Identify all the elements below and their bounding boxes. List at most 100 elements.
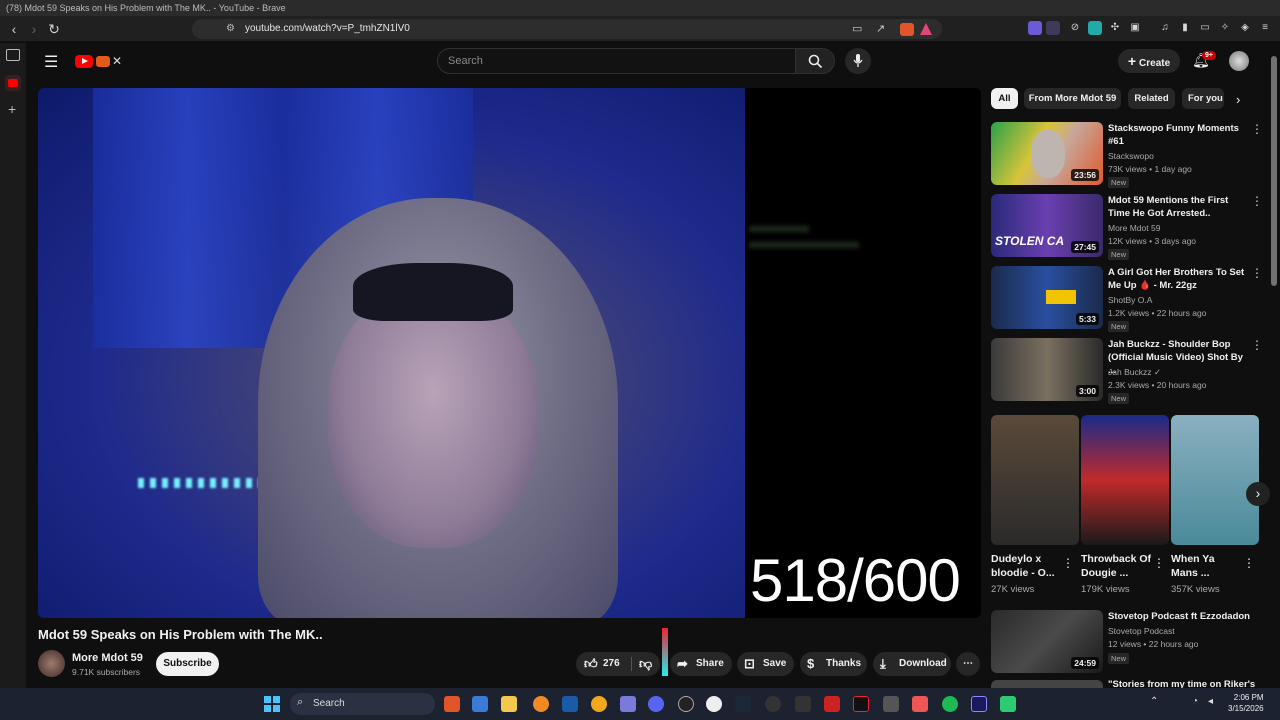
app-taskbar-icon[interactable] — [883, 696, 899, 712]
video-thumbnail[interactable]: 5:33 — [991, 266, 1103, 329]
chips-next-icon[interactable]: › — [1236, 92, 1240, 107]
share-page-icon[interactable]: ↗ — [876, 22, 885, 35]
short-thumbnail[interactable] — [991, 415, 1079, 545]
video-title[interactable]: Stovetop Podcast ft Ezzodadon — [1108, 610, 1253, 623]
short-thumbnail[interactable] — [1081, 415, 1169, 545]
video-thumbnail[interactable]: 24:59 — [991, 610, 1103, 673]
sidebar-panel-icon[interactable] — [6, 49, 20, 61]
more-vertical-icon[interactable]: ⋮ — [1062, 556, 1074, 570]
after-effects-icon[interactable] — [971, 696, 987, 712]
tiktok-icon[interactable] — [853, 696, 869, 712]
like-button[interactable]: 👍︎ 276 — [576, 652, 630, 676]
channel-name[interactable]: More Mdot 59 — [1108, 223, 1160, 233]
scrollbar[interactable] — [1271, 56, 1277, 286]
create-button[interactable]: + Create — [1118, 49, 1180, 73]
volume-icon[interactable]: ◂ — [1208, 696, 1213, 707]
address-bar[interactable]: ⚙ youtube.com/watch?v=P_tmhZN1lV0 ▭ ↗ — [192, 19, 942, 39]
chip-all[interactable]: All — [991, 88, 1018, 109]
app-taskbar-icon[interactable] — [472, 696, 488, 712]
app-taskbar-icon[interactable] — [765, 696, 781, 712]
sidebar-toggle-icon[interactable]: ▮ — [1178, 21, 1192, 35]
channel-name[interactable]: Jah Buckzz ✓ — [1108, 367, 1161, 378]
discord-icon[interactable] — [648, 696, 664, 712]
tray-expand-icon[interactable]: ⌃ — [1150, 696, 1158, 707]
search-input[interactable]: Search — [437, 48, 796, 74]
download-button[interactable]: ⤓ Download — [873, 652, 951, 676]
app-taskbar-icon[interactable] — [562, 696, 578, 712]
short-title[interactable]: Throwback Of Dougie ... — [1081, 552, 1151, 580]
recommendation-item[interactable]: STOLEN CA 27:45 Mdot 59 Mentions the Fir… — [991, 194, 1271, 260]
video-thumbnail[interactable]: 3:00 — [991, 338, 1103, 401]
app-taskbar-icon[interactable] — [795, 696, 811, 712]
more-vertical-icon[interactable]: ⋮ — [1153, 556, 1165, 570]
app-taskbar-icon[interactable] — [912, 696, 928, 712]
recommendation-item[interactable]: 23:56 Stackswopo Funny Moments #61 Stacks… — [991, 122, 1271, 188]
brave-rewards-icon[interactable] — [920, 23, 932, 35]
video-thumbnail[interactable] — [991, 680, 1103, 688]
recommendation-item[interactable]: 24:59 Stovetop Podcast ft Ezzodadon Stov… — [991, 610, 1271, 676]
recommendation-item[interactable]: 5:33 A Girl Got Her Brothers To Set Me Up… — [991, 266, 1271, 332]
channel-name[interactable]: ShotBy O.A — [1108, 295, 1152, 305]
app-taskbar-icon[interactable] — [706, 696, 722, 712]
ai-icon[interactable]: ✧ — [1218, 21, 1232, 35]
extension-icon[interactable] — [1028, 21, 1042, 35]
file-explorer-icon[interactable] — [501, 696, 517, 712]
brave-taskbar-icon[interactable] — [444, 696, 460, 712]
dislike-button[interactable]: 👎︎ — [634, 652, 660, 676]
chip-from-channel[interactable]: From More Mdot 59 — [1024, 88, 1121, 109]
hamburger-menu-icon[interactable]: ☰ — [44, 52, 58, 72]
video-player[interactable]: 518/600 — [38, 88, 981, 618]
wifi-icon[interactable]: ◔ — [1192, 696, 1198, 707]
share-button[interactable]: ➦ Share — [670, 652, 732, 676]
puzzle-icon[interactable]: ✣ — [1108, 21, 1122, 35]
more-vertical-icon[interactable]: ⋮ — [1251, 266, 1263, 280]
more-vertical-icon[interactable]: ⋮ — [1243, 556, 1255, 570]
video-thumbnail[interactable]: STOLEN CA 27:45 — [991, 194, 1103, 257]
wallet-icon[interactable]: ▭ — [1198, 21, 1212, 35]
app-taskbar-icon[interactable] — [678, 696, 694, 712]
menu-icon[interactable]: ≡ — [1258, 21, 1272, 35]
back-icon[interactable]: ‹ — [6, 20, 22, 38]
video-title[interactable]: Stackswopo Funny Moments #61 — [1108, 122, 1248, 148]
forward-icon[interactable]: › — [26, 20, 42, 38]
video-thumbnail[interactable]: 23:56 — [991, 122, 1103, 185]
brave-shields-icon[interactable] — [900, 23, 914, 36]
account-avatar[interactable] — [1229, 51, 1249, 71]
extension-icon[interactable] — [1088, 21, 1102, 35]
short-title[interactable]: Dudeylo x bloodie - O... — [991, 552, 1061, 580]
site-info-icon[interactable]: ⚙ — [226, 23, 235, 34]
channel-name[interactable]: Stackswopo — [1108, 151, 1154, 161]
chip-related[interactable]: Related — [1128, 88, 1175, 109]
channel-avatar[interactable] — [38, 650, 65, 677]
chip-for-you[interactable]: For you — [1182, 88, 1224, 109]
steam-icon[interactable] — [735, 696, 751, 712]
spotify-icon[interactable] — [942, 696, 958, 712]
video-title[interactable]: Mdot 59 Mentions the First Time He Got Ar… — [1108, 194, 1248, 220]
reload-icon[interactable]: ↻ — [46, 20, 62, 38]
extension-icon[interactable] — [1046, 21, 1060, 35]
subscribe-button[interactable]: Subscribe — [156, 652, 219, 676]
thanks-button[interactable]: $ Thanks — [800, 652, 867, 676]
taskbar-clock[interactable]: 2:06 PM 3/15/2026 — [1228, 692, 1264, 714]
short-title[interactable]: When Ya Mans ... — [1171, 552, 1241, 580]
app-taskbar-icon[interactable] — [591, 696, 607, 712]
recommendation-item[interactable]: 3:00 Jah Buckzz - Shoulder Bop (Official … — [991, 338, 1271, 404]
more-vertical-icon[interactable]: ⋮ — [1251, 122, 1263, 136]
app-taskbar-icon[interactable] — [824, 696, 840, 712]
youtube-logo[interactable]: ✕ — [75, 53, 135, 69]
windows-start-icon[interactable] — [264, 696, 280, 712]
channel-name[interactable]: Stovetop Podcast — [1108, 626, 1175, 636]
short-thumbnail[interactable] — [1171, 415, 1259, 545]
extension-icon[interactable]: ▣ — [1128, 21, 1142, 35]
vpn-icon[interactable]: ◈ — [1238, 21, 1252, 35]
channel-name[interactable]: More Mdot 59 — [72, 652, 143, 664]
voice-search-button[interactable] — [845, 48, 871, 74]
shorts-next-button[interactable]: › — [1246, 482, 1270, 506]
app-taskbar-icon[interactable] — [1000, 696, 1016, 712]
app-taskbar-icon[interactable] — [620, 696, 636, 712]
taskbar-search[interactable]: Search — [290, 693, 435, 715]
video-title[interactable]: A Girl Got Her Brothers To Set Me Up 🩸 - … — [1108, 266, 1248, 292]
more-vertical-icon[interactable]: ⋮ — [1251, 338, 1263, 352]
app-taskbar-icon[interactable] — [533, 696, 549, 712]
youtube-tab-icon[interactable] — [5, 75, 21, 91]
